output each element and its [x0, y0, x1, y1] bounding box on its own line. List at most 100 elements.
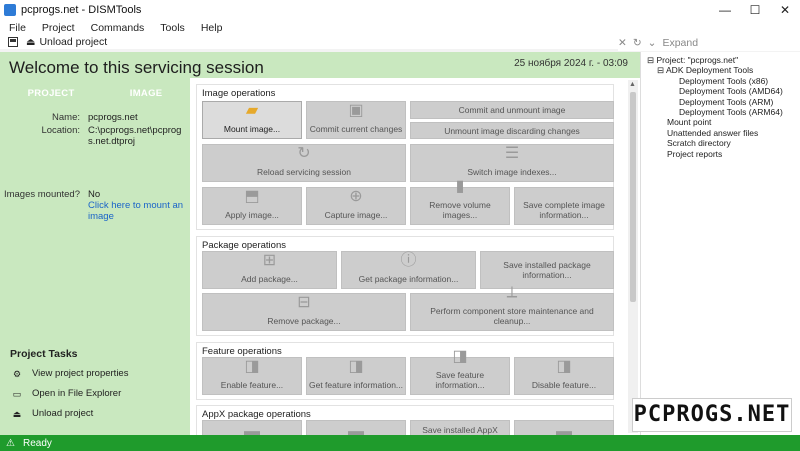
- save-icon[interactable]: [8, 37, 18, 47]
- chevron-down-icon[interactable]: ⌄: [648, 37, 657, 49]
- menu-help[interactable]: Help: [192, 22, 230, 34]
- remove-package-button[interactable]: ⊟ Remove package...: [202, 293, 406, 331]
- menu-file[interactable]: File: [0, 22, 33, 34]
- task-unload-project[interactable]: ⏏ Unload project: [12, 408, 94, 419]
- main-scrollbar[interactable]: ▲: [628, 80, 638, 433]
- tree-node-arm64[interactable]: Deployment Tools (ARM64): [647, 107, 783, 117]
- get-feature-info-button[interactable]: ◨ Get feature information...: [306, 357, 406, 395]
- task-open-explorer[interactable]: ▭ Open in File Explorer: [12, 388, 122, 399]
- status-text: Ready: [22, 437, 52, 449]
- toolbar: ⏏ Unload project: [0, 35, 640, 49]
- close-icon[interactable]: ✕: [618, 37, 627, 49]
- broom-icon: ⟂: [506, 284, 518, 301]
- mount-image-link[interactable]: Click here to mount an image: [88, 200, 198, 222]
- enable-feature-button[interactable]: ◨ Enable feature...: [202, 357, 302, 395]
- package-operations-group: Package operations ⊞ Add package... ⓘ Ge…: [196, 236, 614, 336]
- watermark-logo: PCPROGS.NET: [632, 398, 792, 432]
- minimize-button[interactable]: —: [710, 0, 740, 20]
- task-view-properties[interactable]: ⚙ View project properties: [12, 368, 129, 379]
- tree-root[interactable]: ⊟ Project: "pcprogs.net": [647, 55, 783, 65]
- unmount-discard-button[interactable]: Unmount image discarding changes: [410, 122, 614, 139]
- location-value: C:\pcprogs.net\pcprogs.net.dtproj: [88, 125, 182, 147]
- get-package-info-button[interactable]: ⓘ Get package information...: [341, 251, 476, 289]
- save-icon: ▣: [348, 102, 364, 119]
- tab-project[interactable]: PROJECT: [28, 88, 75, 99]
- feature-operations-group: Feature operations ◨ Enable feature... ◨…: [196, 342, 614, 400]
- status-bar: ⚠ Ready: [0, 435, 800, 451]
- unload-project-button[interactable]: Unload project: [39, 36, 107, 48]
- menu-commands[interactable]: Commands: [82, 22, 152, 34]
- scroll-thumb[interactable]: [630, 92, 636, 302]
- expand-button[interactable]: Expand: [662, 37, 698, 49]
- appx-remove-button[interactable]: ▬: [306, 420, 406, 435]
- tree-node-arm[interactable]: Deployment Tools (ARM): [647, 97, 783, 107]
- refresh-icon: ↻: [297, 145, 311, 162]
- appx-icon: ▬: [244, 423, 260, 436]
- window-controls: — ☐ ✕: [710, 0, 800, 20]
- scroll-up-icon[interactable]: ▲: [629, 81, 636, 88]
- tree-node-x86[interactable]: Deployment Tools (x86): [647, 76, 783, 86]
- project-tree-panel: ⊟ Project: "pcprogs.net" ⊟ ADK Deploymen…: [640, 52, 800, 435]
- appx-icon: ▬: [556, 423, 572, 436]
- feature-info-icon: ◨: [348, 358, 364, 375]
- appx-add-button[interactable]: ▬: [202, 420, 302, 435]
- save-image-info-button[interactable]: Save complete image information...: [514, 187, 614, 225]
- close-button[interactable]: ✕: [770, 0, 800, 20]
- mount-image-button[interactable]: ▰ Mount image...: [202, 101, 302, 139]
- group-title: Package operations: [202, 240, 286, 251]
- tree-node-scratch[interactable]: Scratch directory: [647, 138, 783, 148]
- refresh-icon[interactable]: ↻: [633, 37, 642, 49]
- unload-icon: ⏏: [12, 408, 22, 419]
- group-title: Feature operations: [202, 346, 282, 357]
- group-title: Image operations: [202, 88, 276, 99]
- commit-changes-button[interactable]: ▣ Commit current changes: [306, 101, 406, 139]
- trash-icon: ▮: [455, 178, 465, 195]
- name-label: Name:: [52, 112, 80, 123]
- feature-disable-icon: ◨: [556, 358, 572, 375]
- tab-image[interactable]: IMAGE: [130, 88, 163, 99]
- package-add-icon: ⊞: [262, 252, 277, 269]
- tree-node-reports[interactable]: Project reports: [647, 149, 783, 159]
- reload-session-button[interactable]: ↻ Reload servicing session: [202, 144, 406, 182]
- tree-node-unattended[interactable]: Unattended answer files: [647, 128, 783, 138]
- location-label: Location:: [41, 125, 80, 136]
- name-value: pcprogs.net: [88, 112, 138, 123]
- capture-icon: ⊕: [349, 188, 363, 205]
- disable-feature-button[interactable]: ◨ Disable feature...: [514, 357, 614, 395]
- switch-index-button[interactable]: ☰ Switch image indexes...: [410, 144, 614, 182]
- tree-node-adk[interactable]: ⊟ ADK Deployment Tools: [647, 65, 783, 75]
- appx-save-info-button[interactable]: Save installed AppX package...: [410, 420, 510, 435]
- appx-icon: ▬: [348, 423, 364, 436]
- project-tree: ⊟ Project: "pcprogs.net" ⊟ ADK Deploymen…: [647, 55, 783, 159]
- left-tabs: PROJECT IMAGE: [0, 88, 190, 99]
- feature-enable-icon: ◨: [244, 358, 260, 375]
- capture-image-button[interactable]: ⊕ Capture image...: [306, 187, 406, 225]
- commit-unmount-button[interactable]: Commit and unmount image: [410, 101, 614, 119]
- unload-icon[interactable]: ⏏: [26, 37, 35, 48]
- left-panel: PROJECT IMAGE Name: pcprogs.net Location…: [0, 78, 190, 435]
- menu-tools[interactable]: Tools: [151, 22, 192, 34]
- apply-image-button[interactable]: ⬒ Apply image...: [202, 187, 302, 225]
- save-feature-info-button[interactable]: ◨ Save feature information...: [410, 349, 510, 395]
- appx-info-button[interactable]: ▬: [514, 420, 614, 435]
- group-title: AppX package operations: [202, 409, 311, 420]
- title-bar: pcprogs.net - DISMTools — ☐ ✕: [0, 0, 800, 20]
- menu-project[interactable]: Project: [33, 22, 82, 34]
- menu-bar: File Project Commands Tools Help: [0, 20, 800, 35]
- page-title: Welcome to this servicing session: [9, 58, 264, 77]
- remove-volume-button[interactable]: ▮ Remove volume images...: [410, 179, 510, 225]
- settings-icon: ⚙: [12, 368, 22, 379]
- save-package-info-button[interactable]: Save installed package information...: [480, 251, 614, 289]
- tree-node-amd64[interactable]: Deployment Tools (AMD64): [647, 86, 783, 96]
- mounted-label: Images mounted?: [3, 189, 80, 200]
- window-title: pcprogs.net - DISMTools: [21, 4, 142, 16]
- cleanup-button[interactable]: ⟂ Perform component store maintenance an…: [410, 285, 614, 331]
- package-remove-icon: ⊟: [297, 294, 311, 311]
- add-package-button[interactable]: ⊞ Add package...: [202, 251, 337, 289]
- project-tasks-title: Project Tasks: [10, 348, 78, 360]
- feature-save-icon: ◨: [452, 348, 468, 365]
- task-label: Open in File Explorer: [32, 388, 122, 399]
- switch-icon: ☰: [504, 145, 520, 162]
- maximize-button[interactable]: ☐: [740, 0, 770, 20]
- tree-node-mount-point[interactable]: Mount point: [647, 117, 783, 127]
